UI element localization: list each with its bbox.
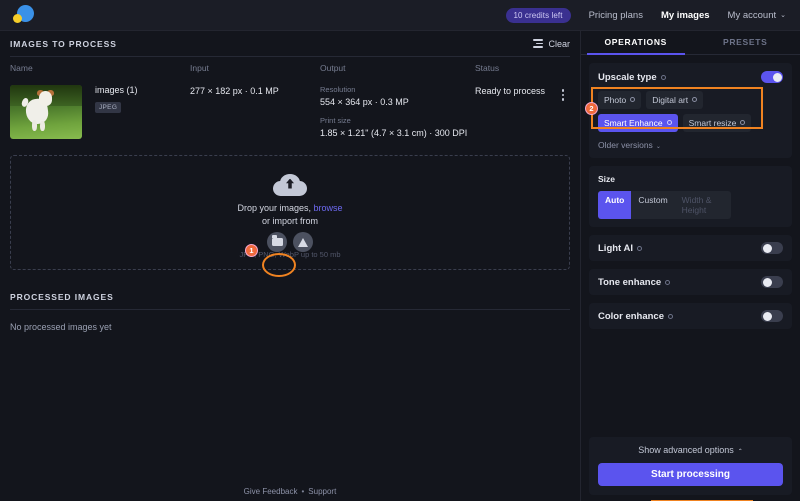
color-enhance-label: Color enhance (598, 310, 664, 322)
import-google-drive-button[interactable] (293, 231, 313, 252)
logo-yellow-circle (13, 14, 22, 23)
info-icon-tone-enhance[interactable] (665, 279, 671, 285)
format-badge: JPEG (95, 102, 122, 113)
support-link[interactable]: Support (308, 487, 336, 496)
color-enhance-card: Color enhance (589, 303, 792, 329)
size-option-custom[interactable]: Custom (631, 191, 674, 219)
tab-operations[interactable]: OPERATIONS (581, 31, 691, 55)
clear-label: Clear (548, 38, 570, 49)
chevron-down-icon-older: ⌄ (655, 144, 661, 150)
highlight-box-upscale-options (591, 87, 763, 129)
left-column: IMAGES TO PROCESS Clear Name Input Outpu… (0, 31, 580, 501)
table-row[interactable]: images (1) JPEG 277 × 182 px · 0.1 MP Re… (10, 79, 570, 151)
show-advanced-options-label: Show advanced options (638, 445, 734, 455)
thumb-dog-leg-1 (31, 119, 37, 132)
table-header-row: Name Input Output Status (10, 57, 570, 79)
column-header-output: Output (320, 63, 346, 73)
output-cell: Resolution 554 × 364 px · 0.3 MP Print s… (320, 85, 475, 138)
kebab-menu-icon[interactable] (556, 85, 570, 101)
thumb-dog-head (38, 91, 53, 106)
info-icon-color-enhance[interactable] (668, 313, 673, 319)
toggle-color-enhance[interactable] (761, 310, 783, 322)
column-header-name: Name (10, 63, 33, 73)
light-ai-card: Light AI (589, 235, 792, 261)
toggle-tone-enhance[interactable] (761, 276, 783, 288)
dog-photo-thumbnail[interactable] (10, 85, 82, 139)
older-versions-label: Older versions (598, 140, 653, 150)
column-header-input: Input (190, 63, 209, 73)
file-name: images (1) (95, 85, 138, 95)
nav-pricing-plans[interactable]: Pricing plans (589, 10, 643, 21)
nav-my-images[interactable]: My images (661, 10, 710, 21)
folder-icon (271, 235, 283, 246)
light-ai-label: Light AI (598, 242, 633, 254)
upscale-type-label: Upscale type (598, 71, 657, 83)
color-enhance-row: Color enhance (598, 310, 783, 322)
show-advanced-options-button[interactable]: Show advanced options ⌃ (598, 445, 783, 455)
processed-empty-text: No processed images yet (10, 322, 112, 332)
panel-tabs: OPERATIONS PRESETS (581, 31, 800, 55)
toggle-upscale-type[interactable] (761, 71, 783, 83)
page-title: IMAGES TO PROCESS (10, 38, 117, 49)
images-to-process-header: IMAGES TO PROCESS Clear (0, 31, 580, 56)
tone-enhance-card: Tone enhance (589, 269, 792, 295)
footer: Give Feedback • Support (0, 487, 580, 496)
step-badge-2: 2 (585, 102, 598, 115)
file-name-cell: images (1) JPEG (95, 85, 190, 114)
footer-separator: • (301, 487, 305, 496)
processed-images-title: PROCESSED IMAGES (10, 291, 114, 302)
list-lines-icon (533, 39, 544, 48)
processed-images-header: PROCESSED IMAGES (0, 284, 580, 309)
chevron-down-icon[interactable]: ⌄ (780, 11, 786, 19)
import-folder-button[interactable] (267, 231, 287, 252)
start-processing-button[interactable]: Start processing (598, 463, 783, 486)
tone-enhance-row: Tone enhance (598, 276, 783, 288)
header-nav: 10 credits left Pricing plans My images … (505, 7, 800, 23)
chevron-up-icon: ⌃ (737, 449, 743, 455)
operations-panel: OPERATIONS PRESETS Upscale type Photo Di… (580, 31, 800, 501)
give-feedback-link[interactable]: Give Feedback (244, 487, 298, 496)
credits-badge[interactable]: 10 credits left (505, 7, 571, 23)
highlight-ring-import-folder (262, 253, 296, 277)
size-option-auto[interactable]: Auto (598, 191, 632, 219)
output-resolution-label: Resolution (320, 85, 356, 94)
light-ai-row: Light AI (598, 242, 783, 254)
app-root: 10 credits left Pricing plans My images … (0, 0, 800, 501)
thumb-dog-leg-2 (40, 120, 46, 132)
tone-enhance-label: Tone enhance (598, 276, 662, 288)
nav-my-account[interactable]: My account (728, 10, 777, 21)
upscale-logo-icon[interactable] (11, 3, 37, 27)
dropzone-line-2: or import from (261, 215, 318, 226)
output-resolution-value: 554 × 364 px · 0.3 MP (320, 97, 409, 107)
cloud-upload-icon (273, 173, 307, 196)
clear-button[interactable]: Clear (533, 39, 570, 49)
info-icon-upscale-type[interactable] (660, 74, 666, 80)
status-badge: Ready to process (475, 86, 546, 96)
size-segmented-control: Auto Custom Width & Height (598, 191, 731, 219)
input-cell: 277 × 182 px · 0.1 MP (190, 86, 279, 96)
size-card: Size Auto Custom Width & Height (589, 166, 792, 227)
tab-presets[interactable]: PRESETS (691, 31, 800, 54)
info-icon-light-ai[interactable] (637, 245, 642, 251)
google-drive-icon (298, 237, 309, 247)
output-print-value: 1.85 × 1.21" (4.7 × 3.1 cm) · 300 DPI (320, 128, 468, 138)
size-label: Size (598, 174, 616, 184)
output-print-label: Print size (320, 116, 351, 125)
images-table: Name Input Output Status images (1) JPEG… (10, 57, 570, 151)
size-option-width-height: Width & Height (681, 195, 712, 215)
advanced-options-panel: Show advanced options ⌃ Start processing (589, 437, 792, 495)
older-versions-button[interactable]: Older versions ⌄ (598, 140, 783, 150)
browse-link[interactable]: browse (314, 203, 343, 213)
top-header: 10 credits left Pricing plans My images … (0, 0, 800, 31)
dropzone[interactable]: Drop your images, browse or import from … (10, 155, 570, 270)
column-header-status: Status (475, 63, 500, 73)
upscale-type-row: Upscale type (598, 71, 783, 83)
toggle-light-ai[interactable] (761, 242, 783, 254)
import-buttons-row (267, 231, 313, 252)
dropzone-drop-text: Drop your images, (237, 202, 314, 213)
dropzone-line-1: Drop your images, browse (237, 203, 342, 213)
step-badge-1: 1 (245, 244, 258, 257)
